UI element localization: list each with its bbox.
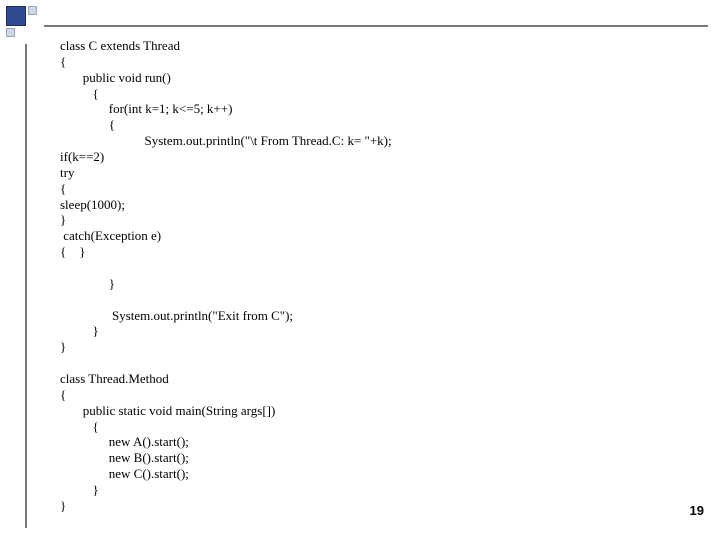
- code-line: {: [60, 86, 99, 101]
- code-line: { }: [60, 244, 85, 259]
- code-line: public void run(): [60, 70, 171, 85]
- code-line: {: [60, 387, 66, 402]
- code-line: new C().start();: [60, 466, 189, 481]
- code-line: {: [60, 117, 115, 132]
- code-line: {: [60, 419, 99, 434]
- code-line: }: [60, 212, 66, 227]
- code-line: {: [60, 54, 66, 69]
- code-line: {: [60, 181, 66, 196]
- code-line: }: [60, 323, 99, 338]
- code-line: new B().start();: [60, 450, 189, 465]
- code-line: public static void main(String args[]): [60, 403, 275, 418]
- code-line: for(int k=1; k<=5; k++): [60, 101, 232, 116]
- code-line: try: [60, 165, 74, 180]
- left-rule: [25, 44, 27, 528]
- code-line: class C extends Thread: [60, 38, 180, 53]
- page-number: 19: [690, 503, 704, 518]
- top-rule: [44, 25, 708, 27]
- code-line: }: [60, 339, 66, 354]
- code-line: if(k==2): [60, 149, 104, 164]
- code-line: catch(Exception e): [60, 228, 161, 243]
- slide-page: class C extends Thread { public void run…: [0, 0, 720, 540]
- code-block: class C extends Thread { public void run…: [60, 38, 680, 532]
- code-line: System.out.println("\t From Thread.C: k=…: [60, 133, 392, 148]
- code-line: class Thread.Method: [60, 371, 169, 386]
- code-line: new A().start();: [60, 434, 189, 449]
- deco-square-large: [6, 6, 26, 26]
- corner-decoration: [6, 6, 40, 40]
- code-line: }: [60, 498, 66, 513]
- code-line: sleep(1000);: [60, 197, 125, 212]
- deco-square-small-top: [28, 6, 37, 15]
- deco-square-small-left: [6, 28, 15, 37]
- code-line: }: [60, 482, 99, 497]
- code-line: System.out.println("Exit from C");: [60, 308, 293, 323]
- code-line: }: [60, 276, 115, 291]
